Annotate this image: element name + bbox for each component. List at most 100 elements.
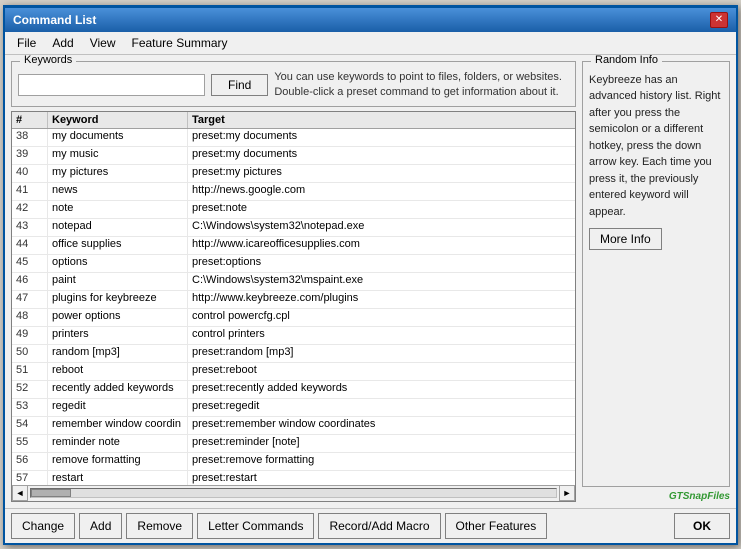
table-row[interactable]: 40my picturespreset:my pictures (12, 165, 575, 183)
add-button[interactable]: Add (79, 513, 122, 539)
cell-num: 38 (12, 129, 48, 146)
cell-keyword: note (48, 201, 188, 218)
cell-target: preset:remove formatting (188, 453, 575, 470)
scroll-left-arrow[interactable]: ◄ (12, 485, 28, 501)
table-row[interactable]: 44office supplieshttp://www.icareoffices… (12, 237, 575, 255)
scroll-thumb[interactable] (31, 489, 71, 497)
cell-num: 47 (12, 291, 48, 308)
cell-keyword: plugins for keybreeze (48, 291, 188, 308)
cell-keyword: printers (48, 327, 188, 344)
cell-target: preset:remember window coordinates (188, 417, 575, 434)
cell-keyword: options (48, 255, 188, 272)
table-row[interactable]: 49printerscontrol printers (12, 327, 575, 345)
cell-target: preset:note (188, 201, 575, 218)
cell-num: 42 (12, 201, 48, 218)
cell-target: preset:restart (188, 471, 575, 484)
keywords-group-label: Keywords (20, 55, 76, 66)
title-bar: Command List ✕ (5, 8, 736, 32)
menu-view[interactable]: View (82, 34, 124, 52)
cell-keyword: restart (48, 471, 188, 484)
letter-commands-button[interactable]: Letter Commands (197, 513, 314, 539)
table-row[interactable]: 48power optionscontrol powercfg.cpl (12, 309, 575, 327)
cell-target: preset:my pictures (188, 165, 575, 182)
cell-target: preset:reminder [note] (188, 435, 575, 452)
table-row[interactable]: 57restartpreset:restart (12, 471, 575, 484)
cell-num: 53 (12, 399, 48, 416)
cell-keyword: reboot (48, 363, 188, 380)
scroll-track[interactable] (30, 488, 557, 498)
cell-target: http://www.keybreeze.com/plugins (188, 291, 575, 308)
ok-button[interactable]: OK (674, 513, 730, 539)
cell-keyword: power options (48, 309, 188, 326)
close-button[interactable]: ✕ (710, 12, 728, 28)
table-row[interactable]: 41newshttp://news.google.com (12, 183, 575, 201)
cell-num: 48 (12, 309, 48, 326)
cell-num: 39 (12, 147, 48, 164)
keywords-table: # Keyword Target 38my documentspreset:my… (11, 111, 576, 501)
menu-add[interactable]: Add (44, 34, 81, 52)
random-info-group: Random Info Keybreeze has an advanced hi… (582, 61, 730, 487)
cell-target: preset:recently added keywords (188, 381, 575, 398)
random-info-text: Keybreeze has an advanced history list. … (589, 72, 723, 221)
cell-keyword: reminder note (48, 435, 188, 452)
keywords-input[interactable] (18, 74, 205, 96)
more-info-button[interactable]: More Info (589, 228, 662, 250)
cell-num: 43 (12, 219, 48, 236)
main-content: Keywords Find You can use keywords to po… (5, 55, 736, 508)
cell-keyword: my music (48, 147, 188, 164)
cell-target: http://www.icareofficesupplies.com (188, 237, 575, 254)
table-row[interactable]: 43notepadC:\Windows\system32\notepad.exe (12, 219, 575, 237)
menu-feature-summary[interactable]: Feature Summary (124, 34, 236, 52)
table-row[interactable]: 55reminder notepreset:reminder [note] (12, 435, 575, 453)
table-row[interactable]: 52recently added keywordspreset:recently… (12, 381, 575, 399)
remove-button[interactable]: Remove (126, 513, 193, 539)
table-row[interactable]: 42notepreset:note (12, 201, 575, 219)
cell-num: 49 (12, 327, 48, 344)
menu-file[interactable]: File (9, 34, 44, 52)
cell-num: 44 (12, 237, 48, 254)
cell-num: 52 (12, 381, 48, 398)
cell-keyword: paint (48, 273, 188, 290)
scroll-right-arrow[interactable]: ► (559, 485, 575, 501)
main-window: Command List ✕ File Add View Feature Sum… (3, 5, 738, 545)
table-row[interactable]: 38my documentspreset:my documents (12, 129, 575, 147)
table-row[interactable]: 45optionspreset:options (12, 255, 575, 273)
find-button[interactable]: Find (211, 74, 268, 96)
record-add-macro-button[interactable]: Record/Add Macro (318, 513, 440, 539)
keywords-group: Keywords Find You can use keywords to po… (11, 61, 576, 108)
title-bar-controls: ✕ (710, 12, 728, 28)
cell-target: preset:reboot (188, 363, 575, 380)
cell-keyword: my pictures (48, 165, 188, 182)
cell-keyword: news (48, 183, 188, 200)
cell-num: 50 (12, 345, 48, 362)
horizontal-scrollbar[interactable]: ◄ ► (12, 485, 575, 501)
table-row[interactable]: 47plugins for keybreezehttp://www.keybre… (12, 291, 575, 309)
table-row[interactable]: 54remember window coordinpreset:remember… (12, 417, 575, 435)
cell-keyword: remember window coordin (48, 417, 188, 434)
cell-keyword: regedit (48, 399, 188, 416)
random-info-group-label: Random Info (591, 55, 662, 66)
cell-keyword: notepad (48, 219, 188, 236)
cell-target: preset:regedit (188, 399, 575, 416)
cell-num: 51 (12, 363, 48, 380)
table-row[interactable]: 39my musicpreset:my documents (12, 147, 575, 165)
table-row[interactable]: 56remove formattingpreset:remove formatt… (12, 453, 575, 471)
cell-num: 55 (12, 435, 48, 452)
cell-keyword: random [mp3] (48, 345, 188, 362)
cell-target: control powercfg.cpl (188, 309, 575, 326)
table-row[interactable]: 50random [mp3]preset:random [mp3] (12, 345, 575, 363)
table-body[interactable]: 38my documentspreset:my documents39my mu… (12, 129, 575, 484)
table-row[interactable]: 51rebootpreset:reboot (12, 363, 575, 381)
cell-target: preset:my documents (188, 147, 575, 164)
menu-bar: File Add View Feature Summary (5, 32, 736, 55)
cell-num: 41 (12, 183, 48, 200)
left-panel: Keywords Find You can use keywords to po… (11, 61, 576, 502)
table-row[interactable]: 46paintC:\Windows\system32\mspaint.exe (12, 273, 575, 291)
snapfiles-badge: GTSnapFiles (582, 491, 730, 502)
other-features-button[interactable]: Other Features (445, 513, 548, 539)
change-button[interactable]: Change (11, 513, 75, 539)
table-row[interactable]: 53regeditpreset:regedit (12, 399, 575, 417)
col-header-scroll-spacer (559, 112, 575, 128)
cell-target: preset:options (188, 255, 575, 272)
cell-target: http://news.google.com (188, 183, 575, 200)
